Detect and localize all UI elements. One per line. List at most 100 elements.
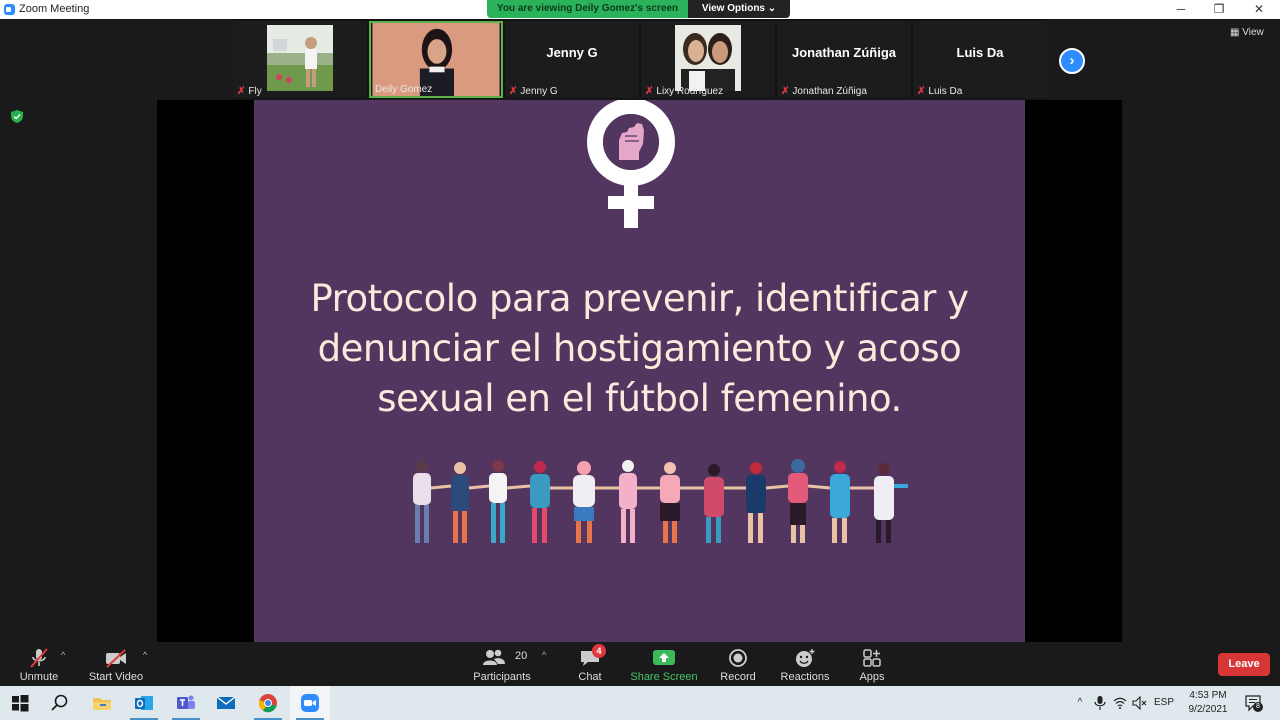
apps-button[interactable]: Apps [852, 642, 892, 686]
apps-icon [863, 649, 881, 667]
reactions-button[interactable]: Reactions [778, 642, 832, 686]
next-page-button[interactable]: › [1059, 48, 1085, 74]
participant-name: Deily Gomez [375, 84, 433, 95]
record-button[interactable]: Record [716, 642, 760, 686]
woman-figure [530, 461, 550, 543]
participant-name: Jenny G [520, 86, 558, 97]
participant-count: 20 [515, 650, 528, 662]
participant-tile-deily-gomez[interactable]: Deily Gomez [369, 21, 503, 98]
chat-unread-badge: 4 [592, 644, 606, 658]
input-language-indicator[interactable]: ESP [1152, 686, 1176, 720]
start-video-button[interactable]: Start Video [86, 642, 146, 686]
participant-tile-fly[interactable]: ✗ Fly [233, 21, 367, 98]
start-video-label: Start Video [88, 671, 144, 683]
clock-time: 4:53 PM [1189, 690, 1227, 701]
restore-button[interactable]: ❐ [1200, 0, 1238, 19]
leave-meeting-button[interactable]: Leave [1218, 653, 1270, 676]
record-icon [729, 649, 747, 667]
unmute-label: Unmute [19, 671, 59, 683]
women-holding-hands-illustration [413, 459, 908, 543]
speaker-muted-icon[interactable] [1132, 696, 1148, 710]
search-icon [51, 694, 68, 711]
audio-options-caret[interactable]: ^ [61, 650, 65, 660]
minimize-button[interactable]: ─ [1162, 0, 1200, 19]
woman-figure [746, 462, 766, 543]
participant-name: Luis Da [928, 86, 963, 97]
meeting-area: ✗ Fly Deily Gomez Jenny G ✗ Jenny G ✗ Li… [0, 19, 1280, 642]
encryption-shield-icon[interactable] [11, 110, 23, 123]
microphone-in-use-icon[interactable] [1094, 696, 1106, 710]
participant-label: ✗ Lixy Rodríguez [645, 86, 723, 97]
shared-screen: Protocolo para prevenir, identificar y d… [157, 100, 1122, 642]
participant-strip: ✗ Fly Deily Gomez Jenny G ✗ Jenny G ✗ Li… [233, 19, 1047, 99]
woman-figure [830, 461, 850, 543]
participant-photo [267, 25, 333, 91]
meeting-toolbar: Unmute ^ Start Video ^ 20 Participants ^… [0, 642, 1280, 686]
woman-figure [660, 462, 680, 543]
taskbar-search-button[interactable] [40, 686, 80, 720]
teams-icon [177, 695, 195, 709]
file-explorer-taskbar-button[interactable] [82, 686, 122, 720]
notification-count-badge: 8 [1253, 702, 1263, 712]
view-layout-button[interactable]: ▦ View [1230, 27, 1264, 38]
show-hidden-icons-button[interactable]: ^ [1072, 686, 1088, 720]
participants-button[interactable]: 20 Participants [472, 642, 532, 686]
zoom-taskbar-button[interactable] [290, 686, 330, 720]
window-title: Zoom Meeting [19, 3, 90, 15]
zoom-app-icon [4, 4, 15, 15]
woman-figure [619, 460, 637, 543]
notification-center-button[interactable]: 8 [1244, 694, 1263, 712]
participant-label: ✗ Jonathan Zúñiga [781, 86, 867, 97]
share-screen-button[interactable]: Share Screen [630, 642, 698, 686]
muted-microphone-icon [30, 648, 48, 668]
chrome-taskbar-button[interactable] [248, 686, 288, 720]
mail-taskbar-button[interactable] [206, 686, 246, 720]
participant-label: ✗ Luis Da [917, 86, 962, 97]
windows-taskbar: ^ ESP 4:53 PM 9/2/2021 8 [0, 686, 1280, 720]
participant-tile-luis-da[interactable]: Luis Da ✗ Luis Da [913, 21, 1047, 98]
reactions-label: Reactions [780, 671, 830, 683]
view-options-button[interactable]: View Options ⌄ [688, 0, 790, 18]
participant-label: Deily Gomez [375, 84, 432, 95]
participants-icon [483, 649, 505, 665]
start-button[interactable] [0, 686, 40, 720]
outlook-taskbar-button[interactable] [124, 686, 164, 720]
participant-label: ✗ Jenny G [509, 86, 558, 97]
participant-name: Lixy Rodríguez [656, 86, 724, 97]
participant-display-name: Jenny G [546, 45, 598, 60]
muted-mic-icon: ✗ [509, 86, 518, 97]
chrome-icon [258, 694, 277, 713]
chat-button[interactable]: 4 Chat [570, 642, 610, 686]
zoom-icon [301, 694, 319, 712]
muted-mic-icon: ✗ [237, 86, 246, 97]
woman-figure [413, 460, 431, 543]
taskbar-clock[interactable]: 4:53 PM 9/2/2021 [1182, 689, 1234, 717]
participant-display-name: Luis Da [956, 45, 1004, 60]
woman-figure [788, 459, 808, 543]
unmute-button[interactable]: Unmute [14, 642, 64, 686]
participant-tile-lixy-rodriguez[interactable]: ✗ Lixy Rodríguez [641, 21, 775, 98]
woman-figure [489, 460, 507, 543]
slide-title-line: sexual en el fútbol femenino. [377, 377, 902, 420]
viewing-screen-label: You are viewing Deily Gomez's screen [487, 0, 688, 18]
woman-figure [573, 461, 595, 543]
participant-name: Jonathan Zúñiga [792, 86, 867, 97]
share-screen-label: Share Screen [630, 671, 698, 683]
muted-mic-icon: ✗ [781, 86, 790, 97]
participant-tile-jonathan-zuniga[interactable]: Jonathan Zúñiga ✗ Jonathan Zúñiga [777, 21, 911, 98]
participant-tile-jenny-g[interactable]: Jenny G ✗ Jenny G [505, 21, 639, 98]
close-window-button[interactable]: ✕ [1240, 0, 1278, 19]
video-options-caret[interactable]: ^ [143, 650, 147, 660]
outlook-icon [135, 696, 153, 710]
wifi-icon[interactable] [1113, 696, 1127, 710]
participants-options-caret[interactable]: ^ [542, 650, 546, 660]
chat-label: Chat [578, 671, 602, 683]
mail-icon [216, 696, 236, 709]
reactions-smiley-icon [796, 649, 815, 667]
teams-taskbar-button[interactable] [166, 686, 206, 720]
participant-name: Fly [248, 86, 262, 97]
muted-mic-icon: ✗ [645, 86, 654, 97]
share-screen-icon [653, 650, 675, 665]
clock-date: 9/2/2021 [1188, 704, 1228, 715]
participants-label: Participants [473, 671, 531, 683]
